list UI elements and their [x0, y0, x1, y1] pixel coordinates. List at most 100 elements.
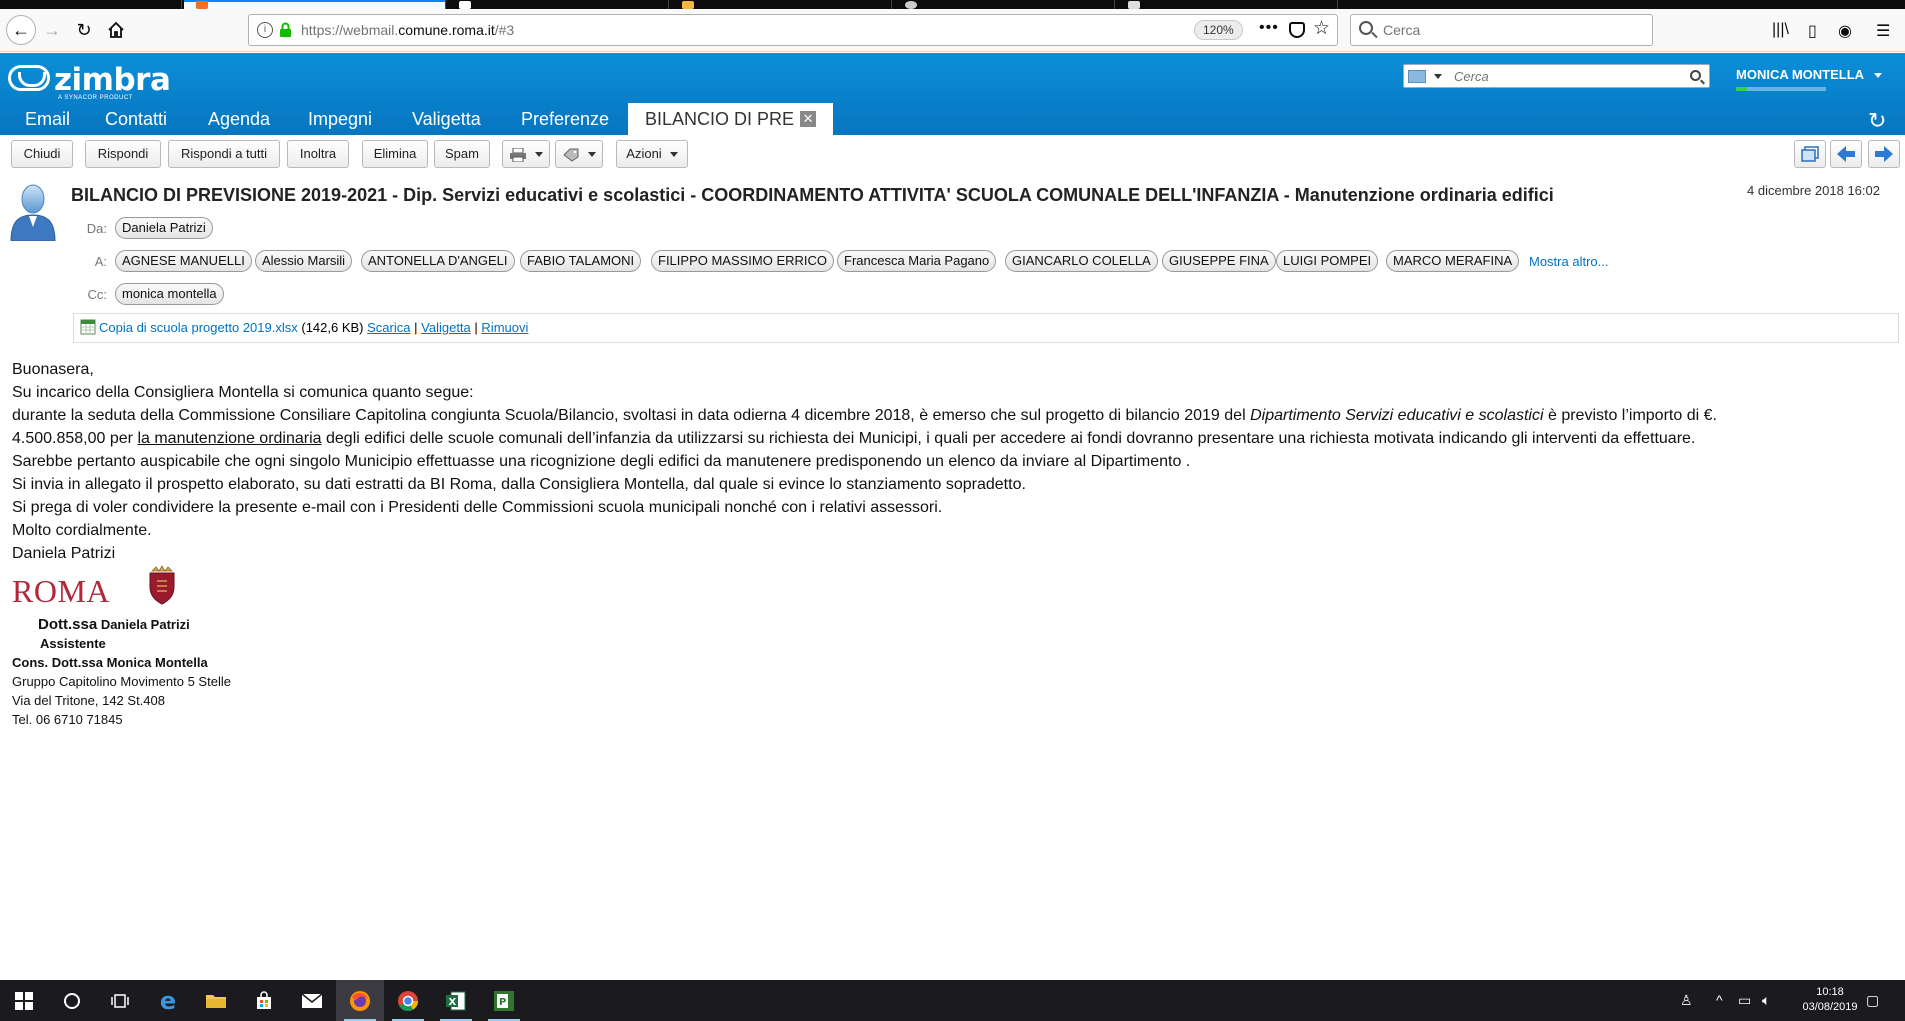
tab-impegni[interactable]: Impegni: [308, 103, 372, 135]
account-icon[interactable]: ◉: [1838, 21, 1852, 41]
mail-type-icon[interactable]: [1408, 70, 1426, 83]
download-link[interactable]: Scarica: [367, 320, 410, 335]
tab-valigetta[interactable]: Valigetta: [412, 103, 481, 135]
bookmark-star-icon[interactable]: ☆: [1313, 17, 1330, 40]
recipient-chip[interactable]: FILIPPO MASSIMO ERRICO: [651, 250, 835, 272]
recipient-chip[interactable]: FABIO TALAMONI: [520, 250, 642, 272]
detach-button[interactable]: [1794, 140, 1826, 168]
close-button[interactable]: Chiudi: [11, 140, 73, 168]
remove-link[interactable]: Rimuovi: [481, 320, 528, 335]
svg-text:P: P: [499, 997, 506, 1008]
attachment-filename-link[interactable]: Copia di scuola progetto 2019.xlsx: [99, 320, 298, 335]
chevron-up-icon[interactable]: ^: [1716, 992, 1723, 1008]
url-bar[interactable]: i https://webmail.comune.roma.it/#3 120%…: [248, 14, 1338, 46]
separator: |: [414, 320, 418, 335]
chevron-down-icon: [1874, 73, 1883, 79]
search-icon[interactable]: [1690, 70, 1701, 81]
browser-tab[interactable]: [0, 0, 182, 9]
body-line: Buonasera,: [12, 361, 94, 378]
show-more-recipients-link[interactable]: Mostra altro...: [1529, 254, 1608, 269]
page-favicon: [1128, 1, 1140, 9]
body-line: Si invia in allegato il prospetto elabor…: [12, 476, 1026, 493]
page-actions-icon[interactable]: •••: [1259, 19, 1279, 37]
previous-message-button[interactable]: [1830, 140, 1862, 168]
tab-preferenze[interactable]: Preferenze: [521, 103, 609, 135]
recipient-chip[interactable]: GIUSEPPE FINA: [1162, 250, 1276, 272]
briefcase-link[interactable]: Valigetta: [421, 320, 471, 335]
body-line: Molto cordialmente.: [12, 522, 152, 539]
reply-button[interactable]: Rispondi: [85, 140, 161, 168]
from-sender-chip[interactable]: Daniela Patrizi: [115, 217, 213, 239]
refresh-icon[interactable]: ↻: [1868, 108, 1886, 134]
browser-tab-active[interactable]: [184, 0, 446, 9]
user-menu[interactable]: MONICA MONTELLA: [1736, 67, 1883, 82]
signature-role: Assistente: [40, 636, 106, 651]
file-explorer-button[interactable]: [192, 980, 240, 1021]
chevron-down-icon[interactable]: [1434, 74, 1442, 79]
tab-contatti[interactable]: Contatti: [105, 103, 167, 135]
tag-button[interactable]: [555, 140, 603, 168]
reply-all-button[interactable]: Rispondi a tutti: [168, 140, 280, 168]
forward-button[interactable]: Inoltra: [287, 140, 349, 168]
edge-button[interactable]: e: [144, 980, 192, 1021]
mail-search-input[interactable]: [1454, 68, 1674, 85]
browser-search-input[interactable]: [1383, 20, 1643, 40]
back-button[interactable]: ←: [6, 15, 36, 45]
spam-button[interactable]: Spam: [434, 140, 490, 168]
store-button[interactable]: [240, 980, 288, 1021]
recipient-chip[interactable]: Alessio Marsili: [255, 250, 353, 272]
network-icon[interactable]: ▭: [1738, 992, 1751, 1009]
quota-bar: [1736, 87, 1826, 91]
tab-email[interactable]: Email: [25, 103, 70, 135]
browser-tab[interactable]: [893, 0, 1115, 9]
recipient-chip[interactable]: GIANCARLO COLELLA: [1005, 250, 1158, 272]
from-label: Da:: [86, 221, 107, 236]
recipient-chip[interactable]: ANTONELLA D'ANGELI: [361, 250, 515, 272]
delete-button[interactable]: Elimina: [362, 140, 428, 168]
zoom-level[interactable]: 120%: [1194, 20, 1243, 40]
sidebar-icon[interactable]: ▯: [1808, 21, 1817, 41]
pocket-icon[interactable]: [1289, 22, 1305, 38]
cc-label: Cc:: [87, 287, 108, 302]
lock-icon[interactable]: [279, 22, 292, 38]
start-button[interactable]: [0, 980, 48, 1021]
excel-icon: X: [446, 991, 466, 1010]
forward-button[interactable]: →: [38, 16, 66, 44]
notifications-icon[interactable]: ▢: [1866, 992, 1879, 1009]
reload-button[interactable]: ↻: [70, 16, 98, 44]
body-text: durante la seduta della Commissione Cons…: [12, 407, 1251, 424]
chrome-button[interactable]: [384, 980, 432, 1021]
library-icon[interactable]: |||\: [1772, 21, 1789, 39]
browser-tab[interactable]: [670, 0, 892, 9]
task-view-button[interactable]: [96, 980, 144, 1021]
info-icon[interactable]: i: [257, 22, 273, 38]
menu-icon[interactable]: ☰: [1876, 21, 1890, 41]
firefox-button[interactable]: [336, 980, 384, 1021]
chevron-down-icon: [669, 152, 678, 158]
cortana-button[interactable]: [48, 980, 96, 1021]
browser-search-bar[interactable]: [1350, 14, 1653, 46]
people-icon[interactable]: ♙: [1680, 992, 1693, 1009]
cc-recipient-chip[interactable]: monica montella: [115, 283, 224, 305]
recipient-chip[interactable]: AGNESE MANUELLI: [115, 250, 252, 272]
volume-icon[interactable]: 🔈︎: [1762, 992, 1770, 1009]
body-line: Si prega di voler condividere la present…: [12, 499, 943, 516]
close-tab-icon[interactable]: ✕: [800, 111, 817, 127]
recipient-chip[interactable]: Francesca Maria Pagano: [837, 250, 997, 272]
browser-tab[interactable]: [447, 0, 669, 9]
tab-agenda[interactable]: Agenda: [208, 103, 270, 135]
actions-button[interactable]: Azioni: [616, 140, 688, 168]
mail-app-button[interactable]: [288, 980, 336, 1021]
next-message-button[interactable]: [1868, 140, 1900, 168]
recipient-chip[interactable]: MARCO MERAFINA: [1386, 250, 1520, 272]
tab-message[interactable]: BILANCIO DI PRE ✕: [628, 103, 834, 135]
home-button[interactable]: [102, 16, 130, 44]
print-button[interactable]: [502, 140, 550, 168]
recipient-chip[interactable]: LUIGI POMPEI: [1276, 250, 1379, 272]
project-button[interactable]: P: [480, 980, 528, 1021]
excel-button[interactable]: X: [432, 980, 480, 1021]
system-clock[interactable]: 10:18 03/08/2019: [1800, 985, 1860, 1015]
body-underlined-text: la manutenzione ordinaria: [137, 430, 322, 447]
browser-tab[interactable]: [1116, 0, 1338, 9]
new-window-icon: [1801, 146, 1819, 162]
